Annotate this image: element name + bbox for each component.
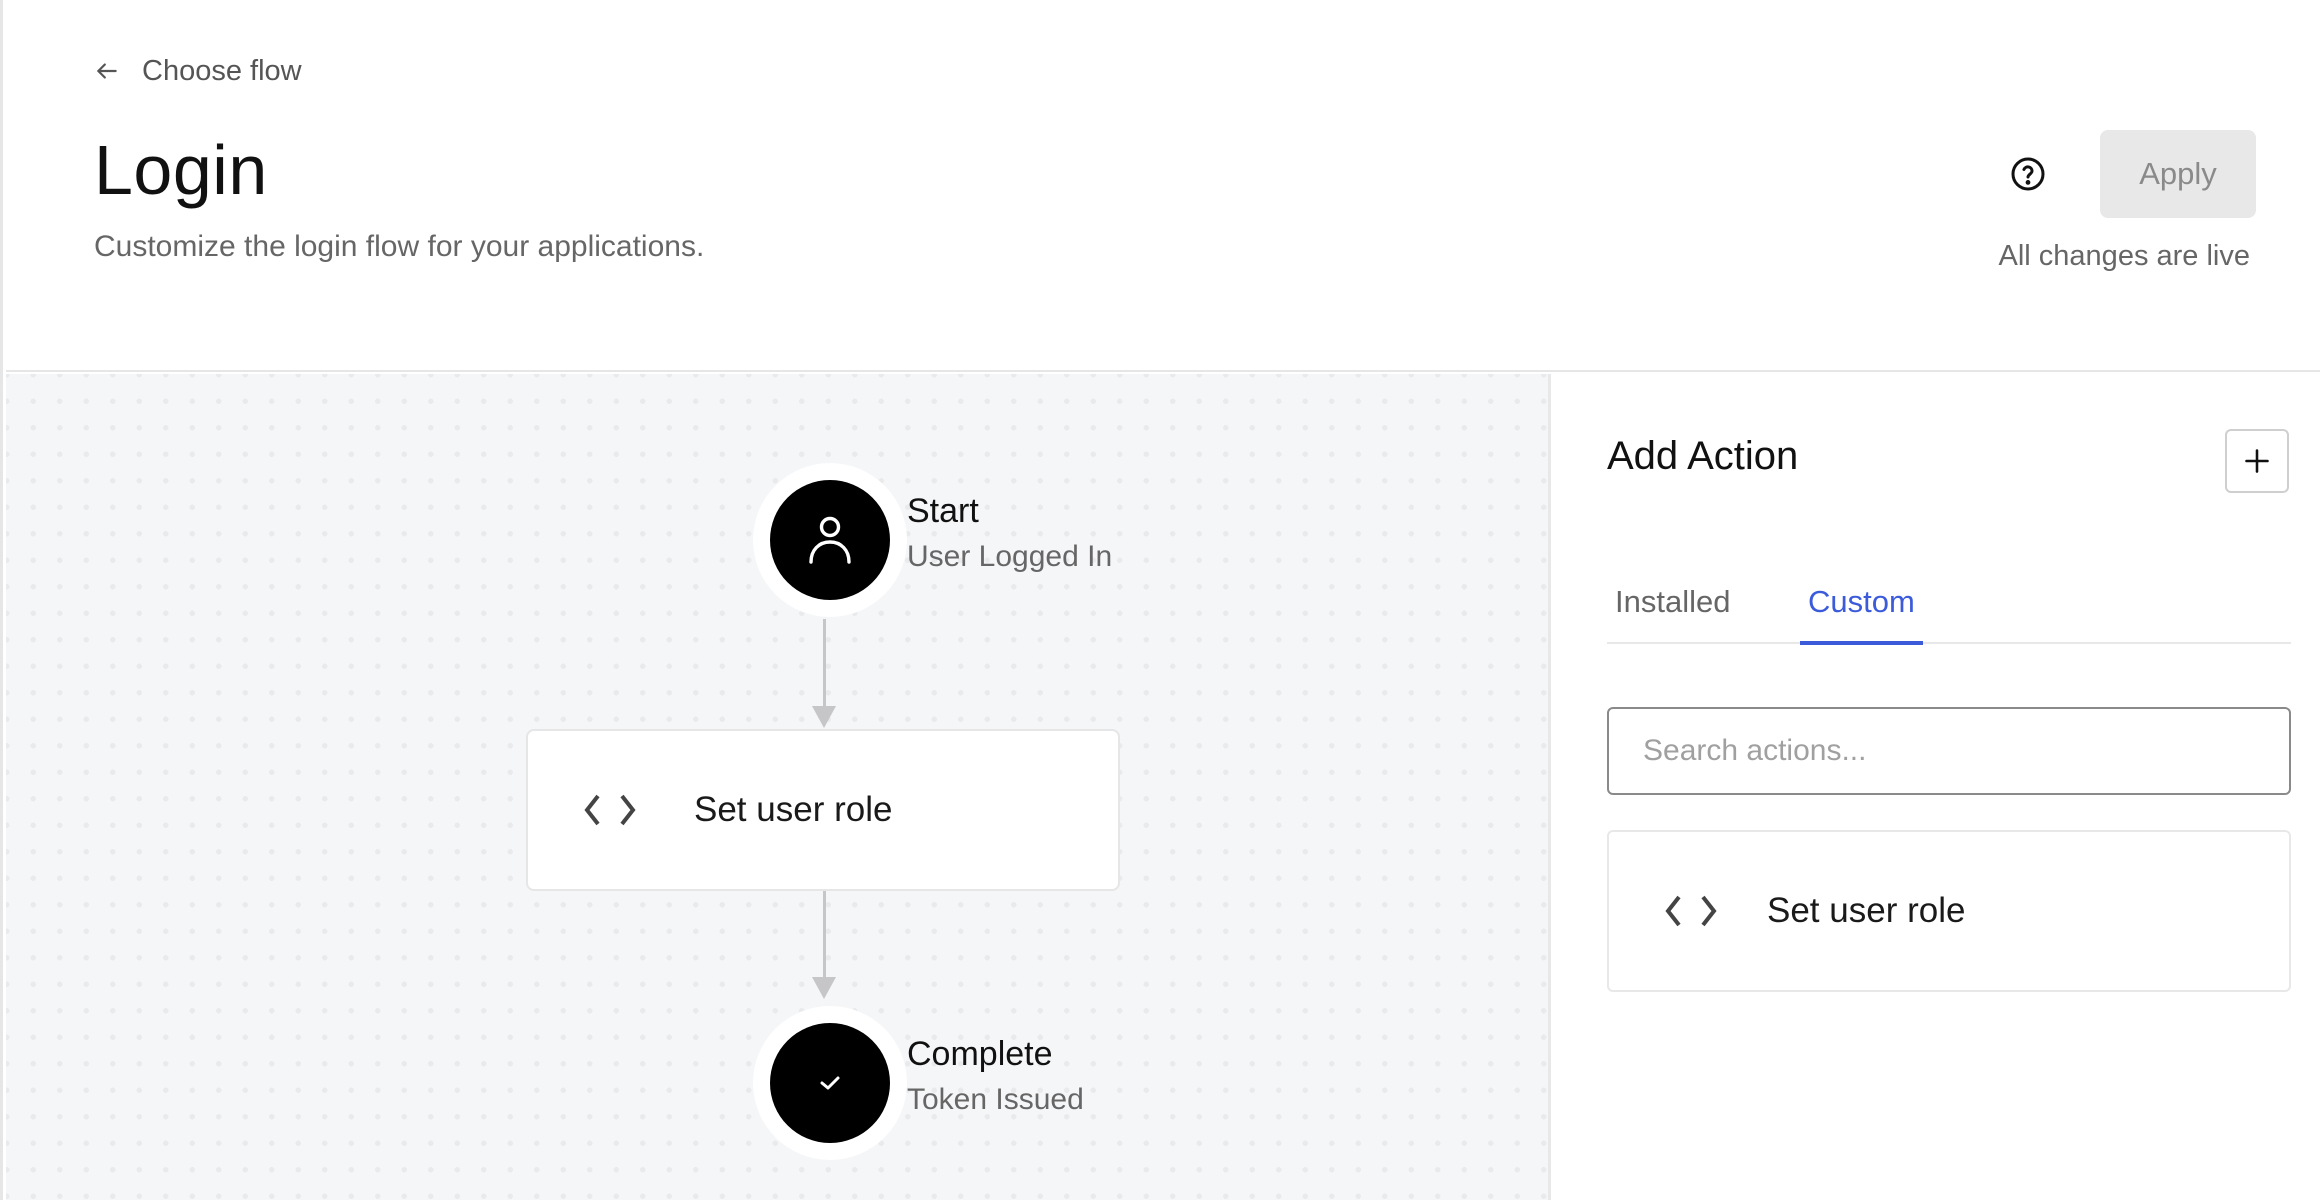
tab-installed[interactable]: Installed [1607,584,1738,644]
back-link-label: Choose flow [142,54,302,87]
start-node[interactable] [753,463,907,617]
start-node-label: Start [907,492,979,530]
connector-start-to-action [823,619,826,709]
back-to-choose-flow-link[interactable]: Choose flow [94,50,302,92]
create-action-button[interactable] [2225,429,2289,493]
page-title: Login [94,131,268,209]
action-tabs: Installed Custom [1607,584,2291,645]
tab-custom[interactable]: Custom [1800,584,1923,645]
page-header: Choose flow Login Customize the login fl… [6,0,2320,372]
complete-node-sublabel: Token Issued [907,1083,1084,1116]
code-icon [584,794,636,826]
check-icon [820,1076,840,1090]
help-button[interactable] [2008,154,2048,194]
apply-button[interactable]: Apply [2100,130,2256,218]
user-icon [809,516,851,564]
add-action-panel: Add Action Installed Custom Set user rol… [1554,374,2320,1200]
complete-node-circle [770,1023,890,1143]
panel-title: Add Action [1607,434,1799,478]
connector-action-to-complete [823,891,826,981]
code-icon [1665,895,1717,927]
arrow-left-icon [97,63,117,79]
search-actions-input[interactable] [1607,707,2291,795]
arrowhead-icon [812,977,836,999]
question-circle-icon [2011,157,2045,191]
arrowhead-icon [812,706,836,728]
action-list-item[interactable]: Set user role [1607,830,2291,992]
complete-node[interactable] [753,1006,907,1160]
complete-node-label: Complete [907,1035,1053,1073]
start-node-circle [770,480,890,600]
page-subtitle: Customize the login flow for your applic… [94,230,705,263]
flow-canvas[interactable]: Start User Logged In Set user role Compl… [6,374,1551,1200]
live-status-text: All changes are live [1998,240,2250,272]
flow-editor-page: Choose flow Login Customize the login fl… [0,0,2320,1200]
flow-action-label: Set user role [694,790,893,829]
start-node-sublabel: User Logged In [907,540,1113,573]
action-list-item-label: Set user role [1767,891,1966,930]
flow-action-node[interactable]: Set user role [526,729,1120,891]
plus-icon [2245,449,2269,473]
